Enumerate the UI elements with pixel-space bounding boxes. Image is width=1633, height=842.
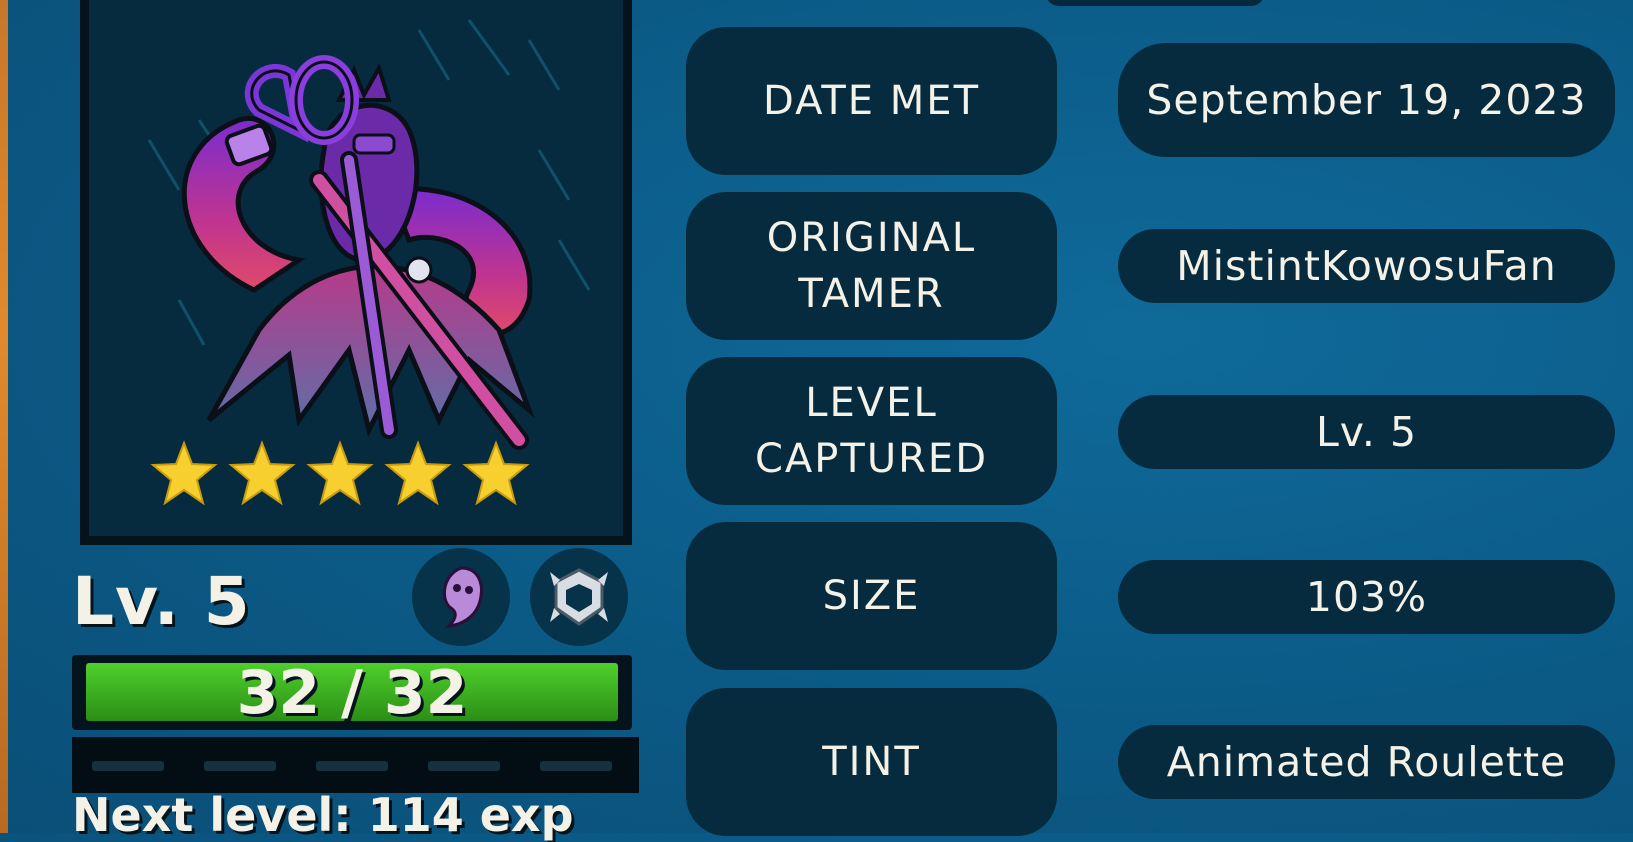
info-label-level-captured: LEVEL CAPTURED [686,357,1057,505]
hp-text: 32 / 32 [236,658,468,728]
info-value-tint: Animated Roulette [1118,725,1615,799]
info-label-line: TAMER [798,271,945,317]
info-label-date-met: DATE MET [686,27,1057,175]
shield-type-icon [550,568,608,626]
ghost-type-icon [442,566,483,628]
info-value-size: 103% [1118,560,1615,634]
shield-type-badge[interactable] [530,548,628,646]
ghost-type-badge[interactable] [412,548,510,646]
info-label-size: SIZE [686,522,1057,670]
info-label-line: TINT [822,739,921,785]
exp-segment [540,761,612,771]
info-label-line: SIZE [822,573,921,619]
hp-bar: 32 / 32 [72,655,632,730]
top-tab [1045,0,1265,6]
info-label-line: DATE MET [763,78,980,124]
exp-segment [204,761,276,771]
info-label-line: CAPTURED [755,436,988,482]
next-level-text: Next level: 114 exp [72,788,574,842]
info-label-line: LEVEL [805,380,938,426]
exp-bar [72,737,639,793]
left-edge-decoration [0,0,8,833]
info-value-original-tamer: MistintKowosuFan [1118,229,1615,303]
star-icon-3 [306,440,374,506]
star-icon-4 [384,440,452,506]
star-icon-1 [150,440,218,506]
exp-segment [316,761,388,771]
exp-segment [92,761,164,771]
info-label-original-tamer: ORIGINAL TAMER [686,192,1057,340]
creature-level: Lv. 5 [72,563,251,640]
info-label-line: ORIGINAL [766,215,977,261]
info-label-tint: TINT [686,688,1057,836]
info-value-date-met: September 19, 2023 [1118,43,1615,157]
info-value-level-captured: Lv. 5 [1118,395,1615,469]
exp-segment [428,761,500,771]
star-icon-5 [462,440,530,506]
star-icon-2 [228,440,296,506]
